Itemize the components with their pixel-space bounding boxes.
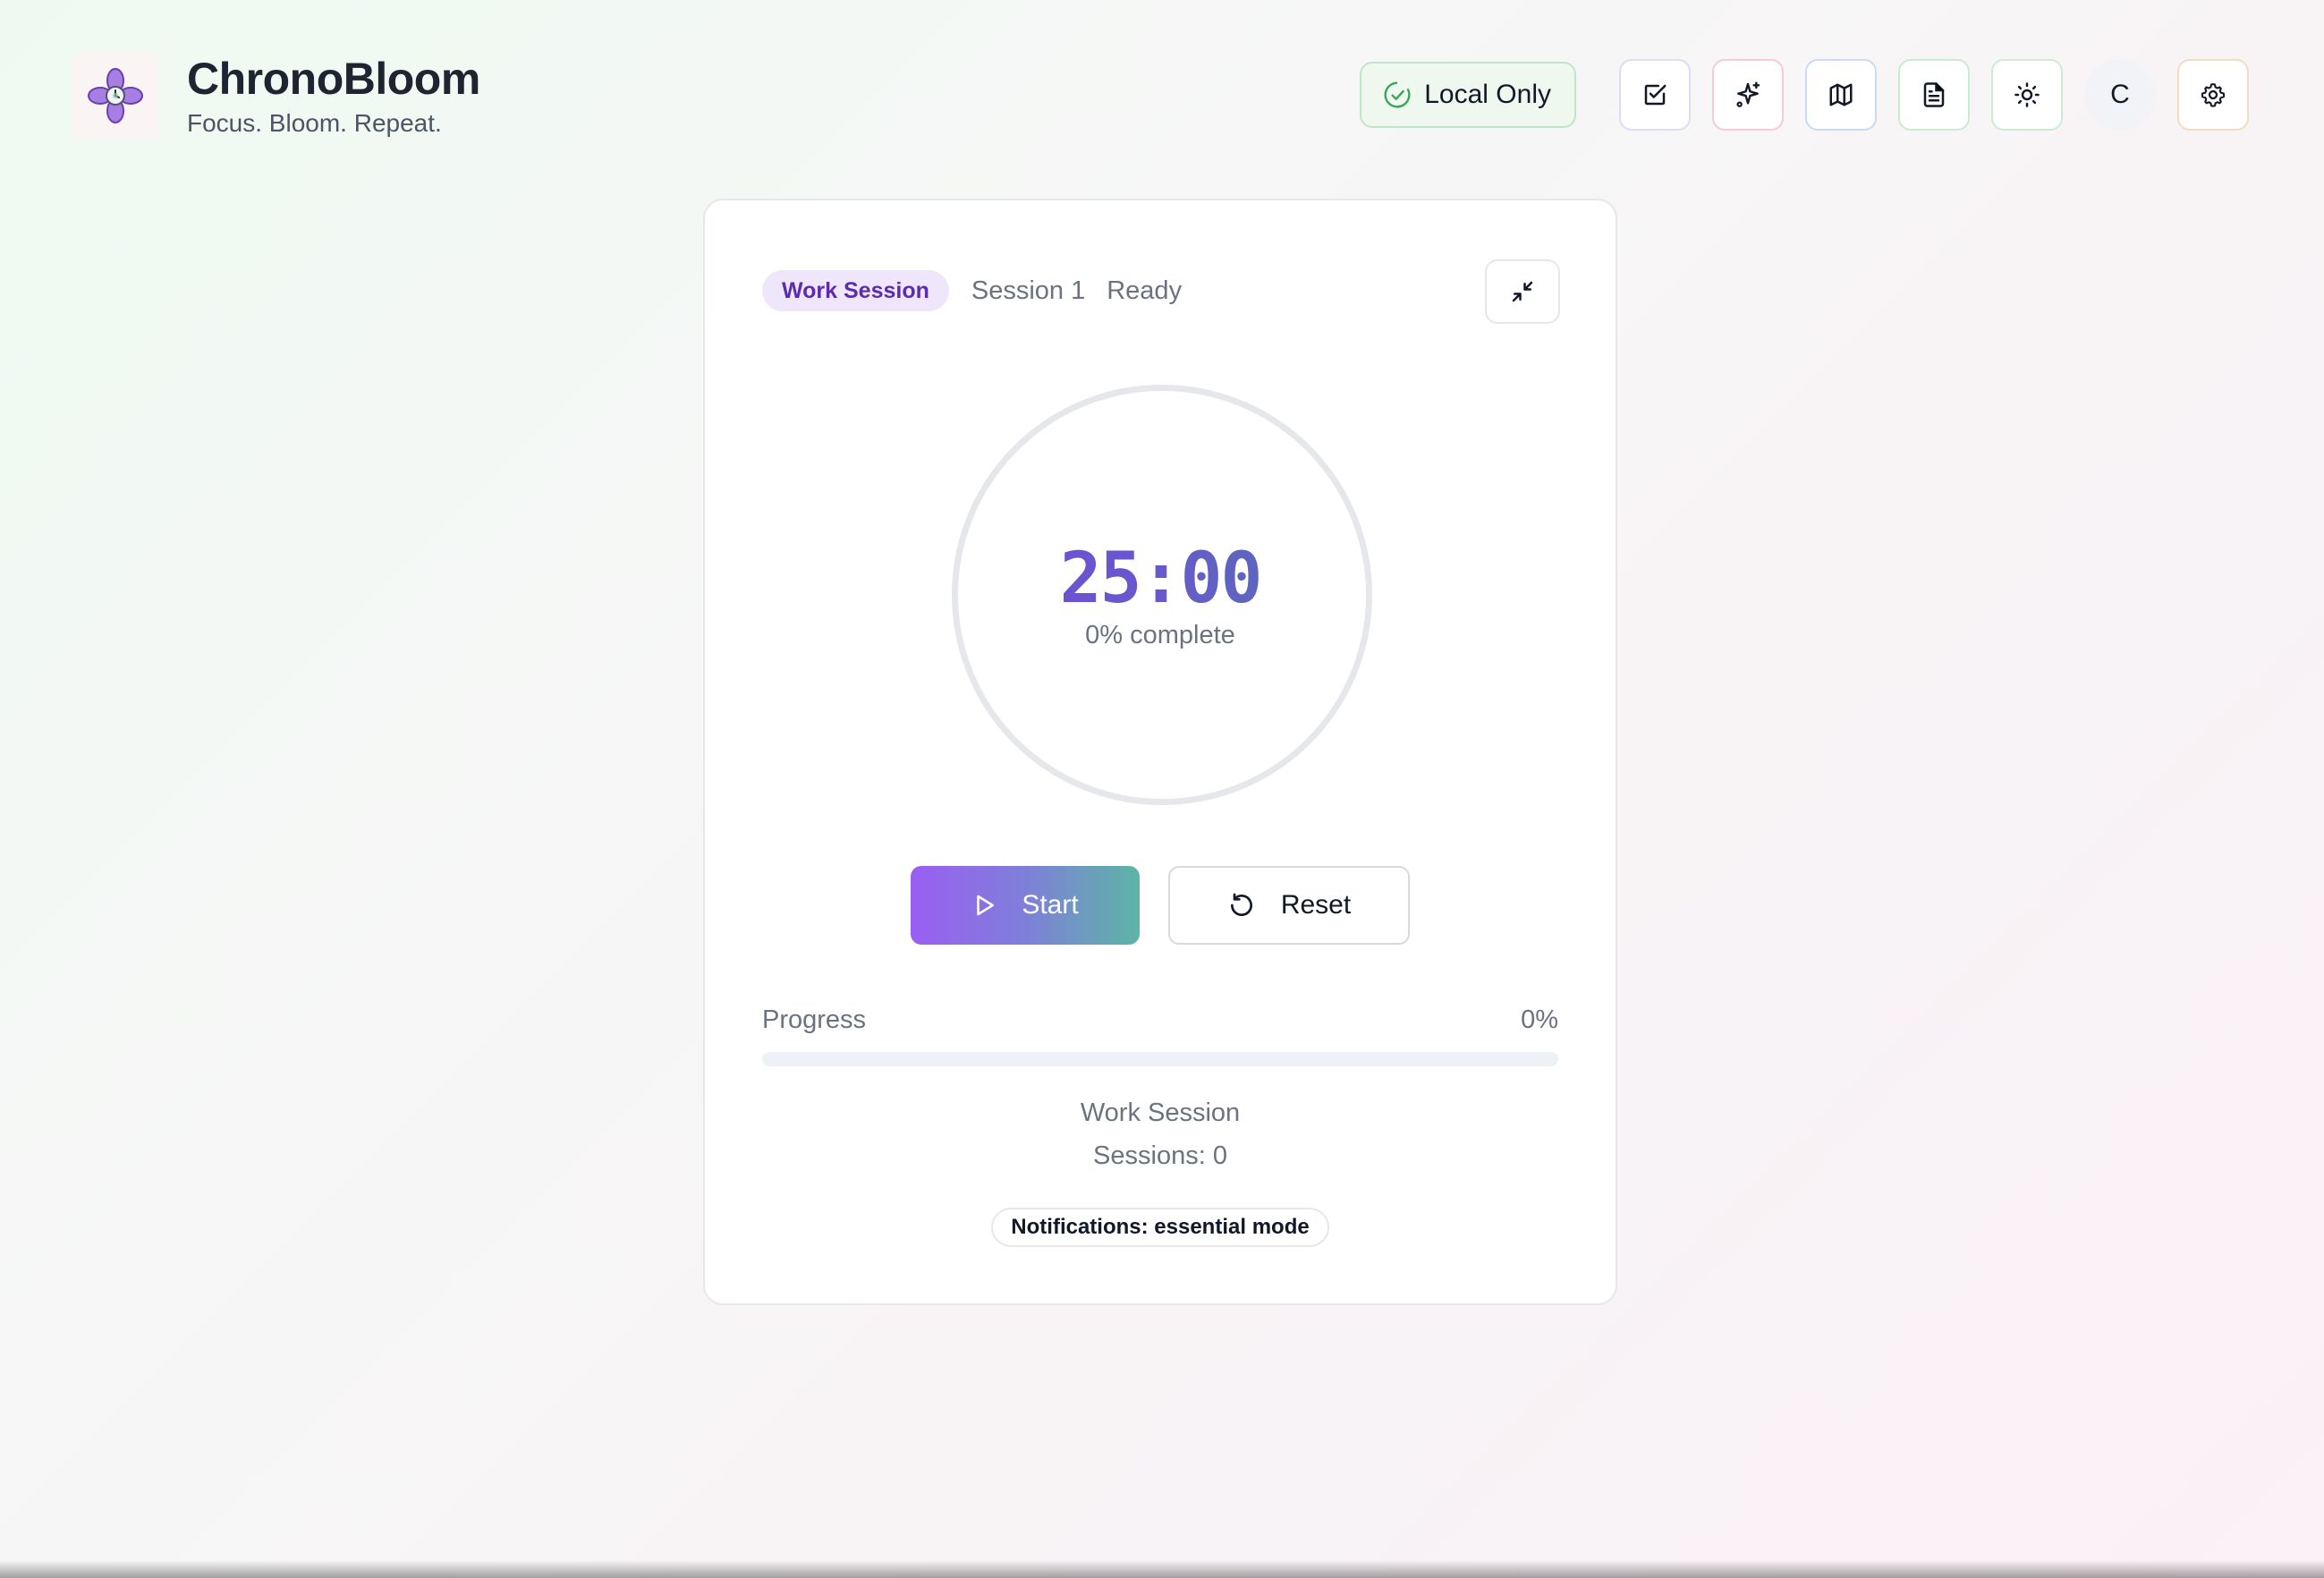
local-only-label: Local Only	[1424, 80, 1551, 109]
reset-label: Reset	[1280, 890, 1352, 920]
tasks-button[interactable]	[1619, 59, 1691, 131]
notifications-badge[interactable]: Notifications: essential mode	[991, 1208, 1329, 1247]
effects-button[interactable]	[1712, 59, 1784, 131]
user-initial: C	[2110, 80, 2130, 109]
check-circle-icon	[1384, 81, 1411, 108]
minimize-arrows-icon	[1512, 281, 1533, 302]
timer-display: 25:00	[705, 539, 1616, 619]
flower-clock-icon	[88, 68, 143, 123]
notifications-row: Notifications: essential mode	[705, 1208, 1616, 1247]
map-icon	[1829, 83, 1853, 106]
play-icon	[977, 895, 995, 916]
app-logo[interactable]	[72, 52, 159, 140]
sessions-count: Sessions: 0	[1093, 1141, 1227, 1170]
timer-separator: :	[1140, 539, 1181, 619]
session-header: Work Session Session 1 Ready	[762, 270, 1182, 311]
start-button[interactable]: Start	[911, 866, 1140, 945]
bottom-edge-shadow	[0, 1560, 2324, 1578]
start-label: Start	[1022, 890, 1079, 920]
brand: ChronoBloom Focus. Bloom. Repeat.	[72, 52, 480, 140]
progress-label: Progress	[762, 1005, 867, 1034]
header-toolbar: Local Only C	[1360, 59, 2249, 131]
progress-header: Progress 0%	[762, 1005, 1558, 1035]
app-title: ChronoBloom	[187, 54, 480, 104]
checkbox-icon	[1644, 84, 1667, 106]
timer-seconds: 00	[1180, 539, 1261, 619]
map-button[interactable]	[1805, 59, 1877, 131]
mode-pill: Work Session	[762, 270, 949, 311]
sparkles-icon	[1736, 81, 1760, 107]
current-mode-text: Work Session	[1080, 1099, 1241, 1127]
app-tagline: Focus. Bloom. Repeat.	[187, 109, 442, 137]
notes-button[interactable]	[1898, 59, 1970, 131]
progress-percent: 0%	[1521, 1005, 1558, 1034]
percent-complete: 0% complete	[1085, 621, 1235, 649]
session-label: Session 1	[971, 276, 1086, 305]
settings-button[interactable]	[2177, 59, 2249, 131]
user-avatar-button[interactable]: C	[2084, 59, 2156, 131]
minimize-button[interactable]	[1485, 259, 1560, 324]
reset-button[interactable]: Reset	[1168, 866, 1410, 945]
gear-icon	[2201, 83, 2226, 107]
sun-icon	[2014, 82, 2040, 107]
timer-controls: Start Reset	[705, 866, 1616, 945]
progress-bar	[762, 1052, 1558, 1066]
reset-icon	[1230, 893, 1252, 916]
document-icon	[1923, 82, 1945, 107]
theme-toggle-button[interactable]	[1991, 59, 2063, 131]
timer-card: Work Session Session 1 Ready 25:00 0% co…	[703, 199, 1617, 1305]
timer-minutes: 25	[1059, 539, 1141, 619]
local-only-badge[interactable]: Local Only	[1360, 62, 1576, 128]
timer-status: Ready	[1107, 276, 1183, 305]
